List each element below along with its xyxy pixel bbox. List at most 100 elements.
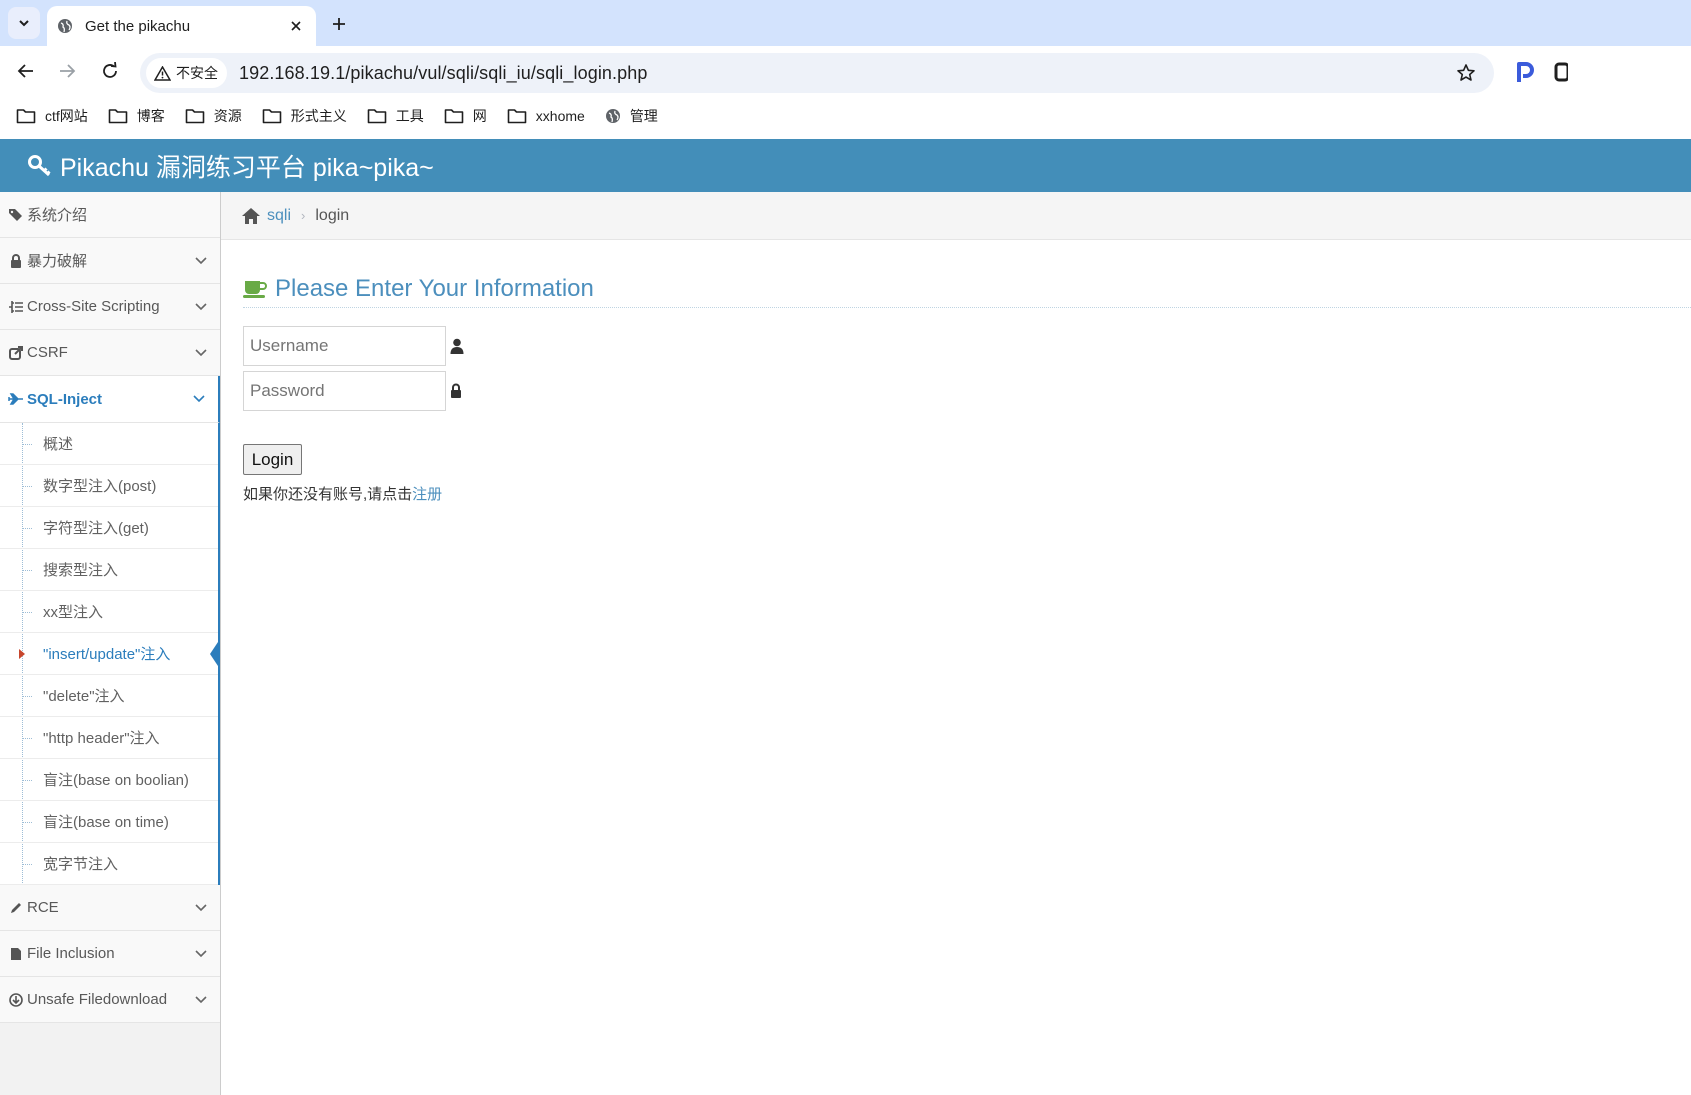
coffee-icon <box>243 280 267 298</box>
url-text[interactable]: 192.168.19.1/pikachu/vul/sqli/sqli_iu/sq… <box>239 63 1450 84</box>
chevron-down-icon <box>19 20 29 27</box>
login-button[interactable]: Login <box>243 444 302 475</box>
sidebar-item-filedownload[interactable]: Unsafe Filedownload <box>0 977 220 1023</box>
active-indicator-arrow <box>210 639 220 669</box>
bookmark-folder[interactable]: 工具 <box>367 106 424 126</box>
plus-icon <box>333 18 345 30</box>
arrow-left-icon <box>17 64 33 78</box>
close-tab-button[interactable] <box>284 14 308 38</box>
user-icon <box>450 338 464 354</box>
arrow-right-icon <box>60 64 76 78</box>
folder-icon <box>108 109 128 124</box>
submenu-item-current[interactable]: "insert/update"注入 <box>0 633 220 675</box>
warning-icon <box>154 65 171 81</box>
chevron-down-icon <box>195 257 207 265</box>
key-icon <box>28 154 51 176</box>
home-icon[interactable] <box>241 207 261 225</box>
folder-icon <box>444 109 464 124</box>
extension-button[interactable] <box>1512 59 1538 85</box>
submenu-item[interactable]: 数字型注入(post) <box>0 465 218 507</box>
page-header: Please Enter Your Information <box>243 270 1691 308</box>
register-link[interactable]: 注册 <box>412 486 442 503</box>
site-info-chip[interactable]: 不安全 <box>146 58 227 88</box>
page-navbar: Pikachu 漏洞练习平台 pika~pika~ <box>0 139 1691 192</box>
bookmark-star-button[interactable] <box>1450 57 1482 89</box>
tab-search-button[interactable] <box>8 7 40 39</box>
browser-toolbar: 不安全 192.168.19.1/pikachu/vul/sqli/sqli_i… <box>0 46 1691 96</box>
tab-title: Get the pikachu <box>85 17 191 35</box>
sidebar-item-bruteforce[interactable]: 暴力破解 <box>0 238 220 284</box>
submenu-item[interactable]: "http header"注入 <box>0 717 218 759</box>
breadcrumb-current: login <box>315 206 350 224</box>
brand[interactable]: Pikachu 漏洞练习平台 pika~pika~ <box>28 148 434 184</box>
lock-icon <box>451 383 461 398</box>
bookmark-folder[interactable]: 博客 <box>108 106 165 126</box>
bookmark-folder[interactable]: ctf网站 <box>16 106 88 126</box>
download-icon <box>8 992 24 1007</box>
folder-icon <box>262 109 282 124</box>
sidebar-item-file-inclusion[interactable]: File Inclusion <box>0 931 220 977</box>
brand-title: Pikachu 漏洞练习平台 pika~pika~ <box>60 153 434 182</box>
bookmark-folder[interactable]: 网 <box>444 106 487 126</box>
breadcrumb-separator: › <box>301 208 306 223</box>
close-icon <box>291 21 301 31</box>
tab-strip: Get the pikachu <box>0 0 1691 46</box>
star-icon <box>1457 64 1475 81</box>
lock-icon <box>8 253 24 268</box>
sidebar-item-rce[interactable]: RCE <box>0 885 220 931</box>
plane-icon <box>8 393 24 405</box>
folder-icon <box>185 109 205 124</box>
sidebar-item-xss[interactable]: Cross-Site Scripting <box>0 284 220 330</box>
sidebar-item-sqli[interactable]: SQL-Inject <box>0 376 220 423</box>
folder-icon <box>507 109 527 124</box>
share-icon <box>8 345 24 360</box>
chevron-down-icon <box>195 950 207 958</box>
submenu-item[interactable]: xx型注入 <box>0 591 218 633</box>
file-icon <box>8 947 24 961</box>
password-field[interactable] <box>243 371 446 411</box>
security-label: 不安全 <box>176 65 218 81</box>
submenu-item[interactable]: 盲注(base on time) <box>0 801 218 843</box>
new-tab-button[interactable] <box>326 11 352 37</box>
sidebar-item-intro[interactable]: 系统介绍 <box>0 192 220 238</box>
chevron-down-icon <box>193 395 205 403</box>
chevron-down-icon <box>195 996 207 1004</box>
chevron-down-icon <box>195 904 207 912</box>
main-content: Please Enter Your Information Login 如果你还… <box>221 240 1691 1095</box>
folder-icon <box>16 109 36 124</box>
reload-button[interactable] <box>96 57 124 85</box>
breadcrumb-link[interactable]: sqli <box>267 207 291 225</box>
submenu-item[interactable]: 字符型注入(get) <box>0 507 218 549</box>
active-tab[interactable]: Get the pikachu <box>47 6 316 46</box>
page-title: Please Enter Your Information <box>275 274 594 302</box>
bookmark-folder[interactable]: xxhome <box>507 108 585 124</box>
folder-icon <box>367 109 387 124</box>
reload-icon <box>103 62 117 78</box>
username-field[interactable] <box>243 326 446 366</box>
submenu-item[interactable]: "delete"注入 <box>0 675 218 717</box>
submenu-item[interactable]: 盲注(base on boolian) <box>0 759 218 801</box>
list-icon <box>8 300 24 314</box>
back-button[interactable] <box>12 57 40 85</box>
caret-right-icon <box>19 649 25 659</box>
extension-icon[interactable] <box>1554 61 1568 83</box>
register-prompt: 如果你还没有账号,请点击注册 <box>243 486 443 503</box>
bookmark-folder[interactable]: 形式主义 <box>262 106 347 126</box>
breadcrumb: sqli › login <box>221 192 1691 240</box>
globe-icon <box>605 109 620 123</box>
sidebar-item-csrf[interactable]: CSRF <box>0 330 220 376</box>
forward-button[interactable] <box>53 57 81 85</box>
bookmark-folder[interactable]: 资源 <box>185 106 242 126</box>
tags-icon <box>8 208 24 222</box>
sqli-submenu: 概述 数字型注入(post) 字符型注入(get) 搜索型注入 xx型注入 "i… <box>0 423 220 885</box>
submenu-item[interactable]: 搜索型注入 <box>0 549 218 591</box>
chevron-down-icon <box>195 303 207 311</box>
bookmarks-bar: ctf网站 博客 资源 形式主义 工具 网 xxhome 管理 <box>0 96 1691 136</box>
submenu-item[interactable]: 宽字节注入 <box>0 843 218 885</box>
sidebar: 系统介绍 暴力破解 Cross-Site Scripting CSRF SQL-… <box>0 192 221 1095</box>
address-bar[interactable]: 不安全 192.168.19.1/pikachu/vul/sqli/sqli_i… <box>140 53 1494 93</box>
extension-p-icon <box>1517 62 1534 82</box>
bookmark-link[interactable]: 管理 <box>605 106 658 126</box>
chevron-down-icon <box>195 349 207 357</box>
submenu-item[interactable]: 概述 <box>0 423 218 465</box>
